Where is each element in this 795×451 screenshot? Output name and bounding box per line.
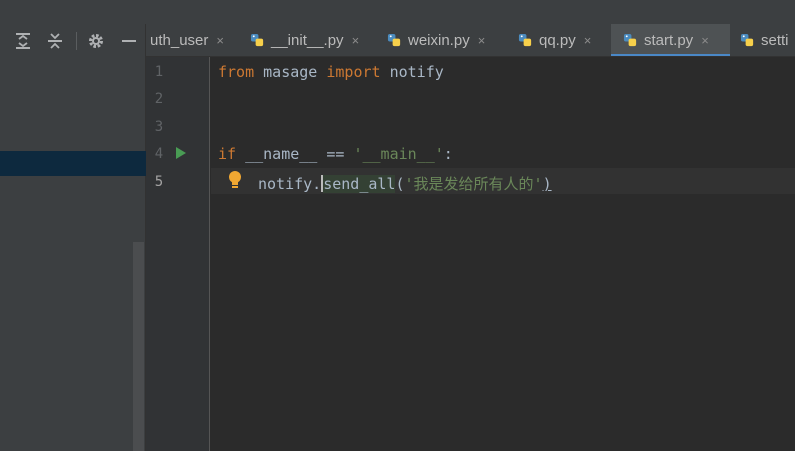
tab-label: __init__.py	[271, 32, 344, 49]
tab-label: start.py	[644, 32, 694, 49]
close-icon[interactable]: ×	[701, 33, 709, 48]
tab-start-py[interactable]: start.py ×	[611, 24, 730, 56]
code-line-1: from masage import notify	[218, 63, 444, 81]
imported-name: notify	[380, 63, 444, 81]
python-file-icon	[250, 33, 264, 47]
close-icon[interactable]: ×	[352, 33, 360, 48]
keyword-if: if	[218, 145, 237, 163]
tab-init-py[interactable]: __init__.py ×	[250, 24, 360, 56]
lightbulb-icon[interactable]	[228, 170, 242, 190]
colon: :	[443, 145, 453, 163]
method-name: send_all	[323, 175, 396, 193]
close-icon[interactable]: ×	[216, 33, 224, 48]
toolbar-separator	[76, 32, 77, 50]
gear-icon[interactable]	[85, 30, 107, 52]
python-file-icon	[740, 33, 754, 47]
python-file-icon	[623, 33, 637, 47]
tab-qq-py[interactable]: qq.py ×	[518, 24, 592, 56]
object-name: notify.	[258, 175, 322, 193]
line-number: 3	[154, 119, 164, 135]
line-number: 4	[154, 146, 164, 162]
collapse-all-icon[interactable]	[44, 30, 66, 52]
tab-weixin-py[interactable]: weixin.py ×	[387, 24, 486, 56]
keyword-import: import	[326, 63, 381, 81]
chinese-string: '我是发给所有人的'	[404, 175, 543, 193]
tab-label: setti	[761, 32, 789, 49]
line-number: 2	[154, 91, 164, 107]
keyword-from: from	[218, 63, 255, 81]
module-name: masage	[254, 63, 327, 81]
editor-tab-bar: uth_user × __init__.py × weixin.py × qq.…	[146, 24, 795, 57]
code-editor[interactable]: from masage import notify if __name__ ==…	[211, 57, 795, 451]
project-panel	[0, 24, 146, 451]
code-line-4: if __name__ == '__main__':	[218, 145, 453, 163]
close-paren: )	[542, 175, 552, 193]
project-panel-toolbar	[0, 24, 146, 57]
run-icon[interactable]	[176, 147, 186, 159]
line-number: 1	[154, 64, 164, 80]
tab-label: qq.py	[539, 32, 576, 49]
dunder-name: __name__ ==	[236, 145, 354, 163]
project-tree-selected-row[interactable]	[0, 151, 146, 176]
main-string: '__main__'	[353, 145, 444, 163]
tab-label: weixin.py	[408, 32, 470, 49]
python-file-icon	[518, 33, 532, 47]
close-icon[interactable]: ×	[478, 33, 486, 48]
minimize-icon[interactable]	[118, 30, 140, 52]
tab-settings-py[interactable]: setti	[740, 24, 789, 56]
tab-auth-user[interactable]: uth_user ×	[150, 24, 224, 56]
python-file-icon	[387, 33, 401, 47]
top-toolbar-strip	[0, 0, 795, 24]
close-icon[interactable]: ×	[584, 33, 592, 48]
editor-gutter[interactable]: 1 2 3 4 5	[146, 57, 210, 451]
expand-all-icon[interactable]	[12, 30, 34, 52]
line-number-current: 5	[154, 174, 164, 190]
project-panel-scrollbar[interactable]	[133, 242, 144, 451]
tab-label: uth_user	[150, 32, 209, 49]
code-line-5: notify. send_all('我是发给所有人的')	[258, 173, 552, 194]
open-paren: (	[395, 175, 405, 193]
